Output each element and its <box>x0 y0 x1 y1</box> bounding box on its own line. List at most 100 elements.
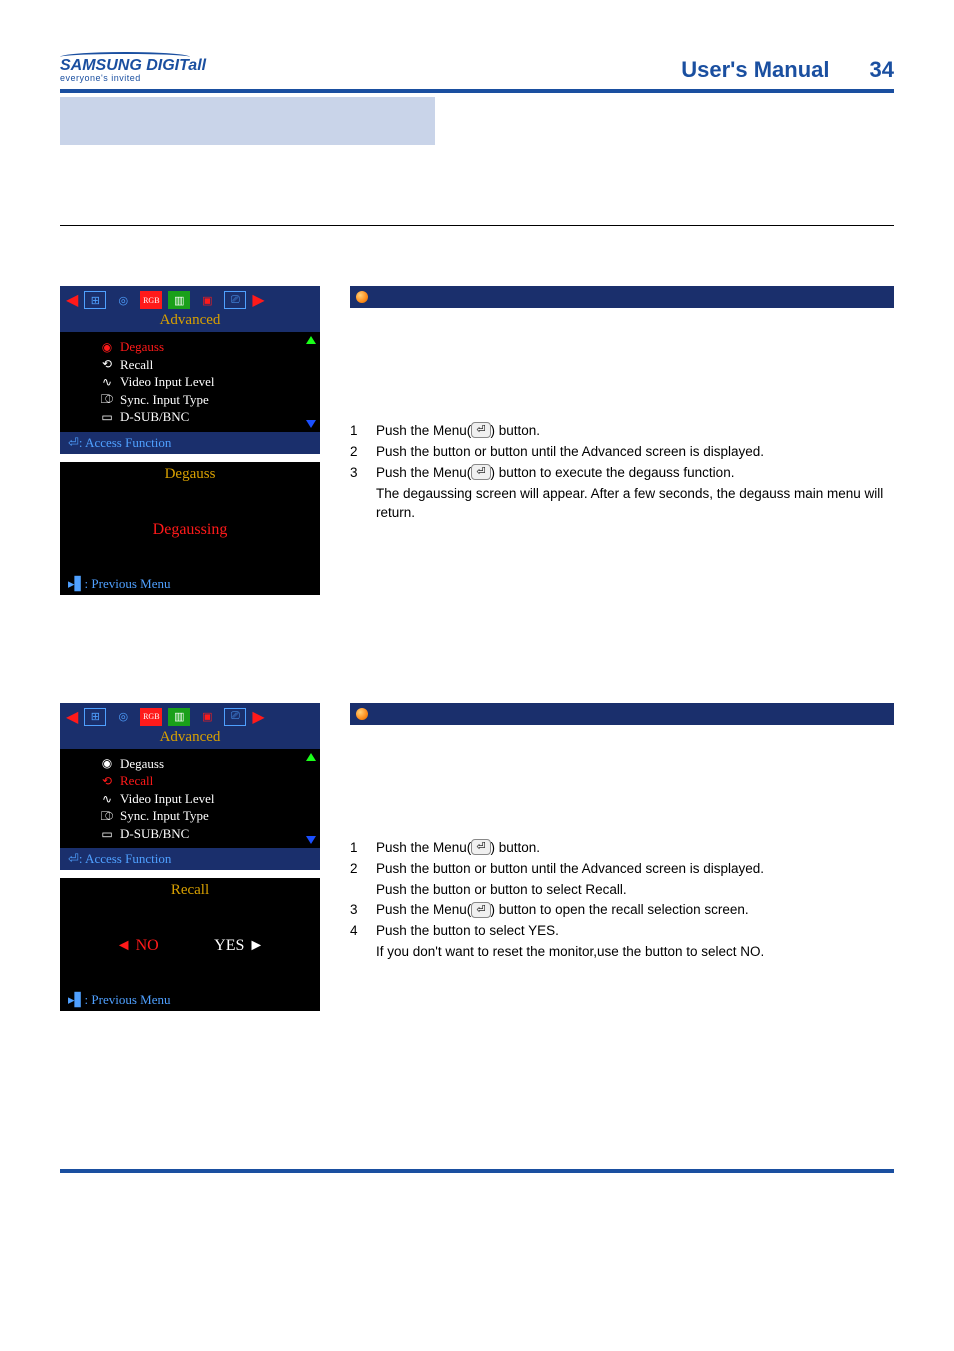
osd-icon-bar: ◀ ⊞ ◎ RGB ▥ ▣ ⎚ ▶ <box>60 703 320 729</box>
nav-band <box>60 97 894 145</box>
osd-item-dsub-bnc: ▭D-SUB/BNC <box>100 408 312 426</box>
right-arrow-icon: ▶ <box>252 707 264 727</box>
bars-icon: ▥ <box>168 291 190 309</box>
description-intro <box>350 330 894 422</box>
osd-sub-panel-recall: Recall ◄ NO YES ► ▸▋: Previous Menu <box>60 878 320 1011</box>
osd-sub-panel-degauss: Degauss Degaussing ▸▋: Previous Menu <box>60 462 320 595</box>
step-text: Push the button or button to select Reca… <box>376 881 894 900</box>
step-number <box>350 485 366 523</box>
page-number: 34 <box>870 57 894 83</box>
brand-main: SAMSUNG DIGIT <box>60 57 188 74</box>
recall-yes-option: YES ► <box>214 937 264 955</box>
osd-item-degauss: ◉Degauss <box>100 755 312 773</box>
video-level-icon: ∿ <box>100 791 114 807</box>
step-number: 4 <box>350 922 366 941</box>
brand-tagline: everyone's invited <box>60 74 206 83</box>
left-arrow-icon: ◀ <box>66 290 78 310</box>
osd-item-recall: ⟲Recall <box>100 356 312 374</box>
exit-icon: ▸▋ <box>68 992 85 1007</box>
recall-no-option: ◄ NO <box>116 937 159 955</box>
osd-sub-footer: ▸▋: Previous Menu <box>60 573 320 595</box>
osd-footer-access: ⏎: Access Function <box>60 432 320 454</box>
brand-suffix: all <box>188 57 206 74</box>
menu-key-icon: ⏎ <box>471 464 490 480</box>
enter-icon: ⏎ <box>68 851 79 866</box>
osd-item-list: ◉Degauss ⟲Recall ∿Video Input Level ⎄Syn… <box>60 332 320 432</box>
page-header: SAMSUNG DIGITall everyone's invited User… <box>60 52 894 83</box>
step-text: Push the Menu(⏎) button to open the reca… <box>376 901 894 920</box>
osd-item-video-input: ∿Video Input Level <box>100 790 312 808</box>
step-number: 2 <box>350 443 366 462</box>
bars-icon: ▥ <box>168 708 190 726</box>
osd-icon-bar: ◀ ⊞ ◎ RGB ▥ ▣ ⎚ ▶ <box>60 286 320 312</box>
step-number: 2 <box>350 860 366 879</box>
bullet-icon <box>356 708 368 720</box>
step-text: Push the Menu(⏎) button to execute the d… <box>376 464 894 483</box>
step-number: 3 <box>350 901 366 920</box>
connector-icon: ▭ <box>100 409 114 425</box>
video-level-icon: ∿ <box>100 374 114 390</box>
step-number: 1 <box>350 839 366 858</box>
recall-icon: ⟲ <box>100 356 114 372</box>
step-number: 3 <box>350 464 366 483</box>
header-rule <box>60 89 894 93</box>
advanced-icon: ▣ <box>196 708 218 726</box>
osd-item-video-input: ∿Video Input Level <box>100 373 312 391</box>
step-text: Push the button or button until the Adva… <box>376 443 894 462</box>
step-text: The degaussing screen will appear. After… <box>376 485 894 523</box>
connector-icon: ▭ <box>100 826 114 842</box>
osd-item-recall: ⟲Recall <box>100 772 312 790</box>
osd-sub-title: Recall <box>60 878 320 903</box>
description-title-bar <box>350 286 894 308</box>
pip-icon: ⎚ <box>224 708 246 726</box>
osd-item-dsub-bnc: ▭D-SUB/BNC <box>100 825 312 843</box>
enter-icon: ⏎ <box>68 435 79 450</box>
page-title: User's Manual <box>681 57 829 83</box>
step-text: Push the Menu(⏎) button. <box>376 839 894 858</box>
sync-icon: ⎄ <box>100 391 114 407</box>
osd-item-sync-input: ⎄Sync. Input Type <box>100 391 312 409</box>
pip-icon: ⎚ <box>224 291 246 309</box>
osd-menu-title: Advanced <box>60 312 320 332</box>
target-icon: ◎ <box>112 291 134 309</box>
step-number <box>350 943 366 962</box>
rgb-icon: RGB <box>140 291 162 309</box>
osd-menu-title: Advanced <box>60 729 320 749</box>
osd-sub-footer: ▸▋: Previous Menu <box>60 989 320 1011</box>
step-text: Push the button or button until the Adva… <box>376 860 894 879</box>
section-degauss: ◀ ⊞ ◎ RGB ▥ ▣ ⎚ ▶ Advanced ◉Degauss ⟲Rec… <box>60 286 894 603</box>
degauss-icon: ◉ <box>100 339 114 355</box>
position-icon: ⊞ <box>84 708 106 726</box>
osd-item-sync-input: ⎄Sync. Input Type <box>100 807 312 825</box>
position-icon: ⊞ <box>84 291 106 309</box>
section-recall: ◀ ⊞ ◎ RGB ▥ ▣ ⎚ ▶ Advanced ◉Degauss ⟲Rec… <box>60 703 894 1020</box>
osd-sub-body: ◄ NO YES ► <box>60 903 320 989</box>
footer-rule <box>60 1169 894 1173</box>
left-arrow-icon: ◀ <box>66 707 78 727</box>
sync-icon: ⎄ <box>100 808 114 824</box>
exit-icon: ▸▋ <box>68 576 85 591</box>
recall-icon: ⟲ <box>100 773 114 789</box>
osd-footer-access: ⏎: Access Function <box>60 848 320 870</box>
step-number <box>350 881 366 900</box>
rgb-icon: RGB <box>140 708 162 726</box>
steps-list-recall: 1 Push the Menu(⏎) button. 2 Push the bu… <box>350 839 894 962</box>
osd-sub-body: Degaussing <box>60 487 320 573</box>
target-icon: ◎ <box>112 708 134 726</box>
degauss-icon: ◉ <box>100 755 114 771</box>
steps-list-degauss: 1 Push the Menu(⏎) button. 2 Push the bu… <box>350 422 894 522</box>
step-text: Push the button to select YES. <box>376 922 894 941</box>
right-arrow-icon: ▶ <box>252 290 264 310</box>
bullet-icon <box>356 291 368 303</box>
advanced-icon: ▣ <box>196 291 218 309</box>
osd-item-degauss: ◉Degauss <box>100 338 312 356</box>
step-number: 1 <box>350 422 366 441</box>
description-title-bar <box>350 703 894 725</box>
menu-key-icon: ⏎ <box>471 839 490 855</box>
menu-key-icon: ⏎ <box>471 422 490 438</box>
osd-main-panel: ◀ ⊞ ◎ RGB ▥ ▣ ⎚ ▶ Advanced ◉Degauss ⟲Rec… <box>60 703 320 871</box>
osd-main-panel: ◀ ⊞ ◎ RGB ▥ ▣ ⎚ ▶ Advanced ◉Degauss ⟲Rec… <box>60 286 320 454</box>
section-divider <box>60 225 894 226</box>
menu-key-icon: ⏎ <box>471 902 490 918</box>
step-text: If you don't want to reset the monitor,u… <box>376 943 894 962</box>
